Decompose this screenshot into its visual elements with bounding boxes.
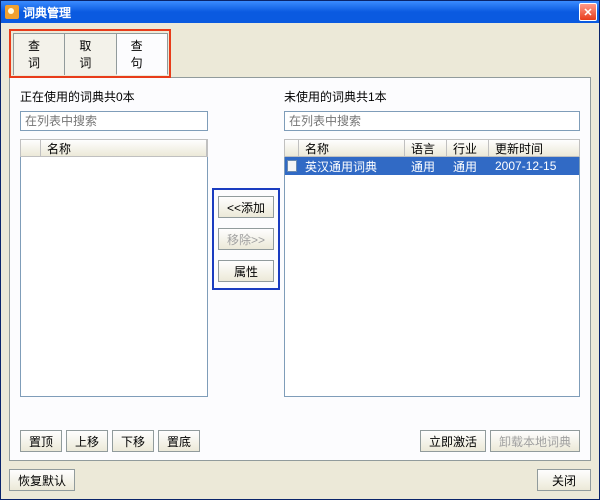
right-header-icon xyxy=(285,140,299,156)
titlebar-left: 词典管理 xyxy=(5,4,71,21)
client-area: 查词 取词 查句 正在使用的词典共0本 名称 <<添加 xyxy=(1,23,599,499)
left-column: 正在使用的词典共0本 名称 xyxy=(20,88,208,422)
left-bottom-group: 置顶 上移 下移 置底 xyxy=(20,430,200,452)
top-button[interactable]: 置顶 xyxy=(20,430,62,452)
right-header-ind[interactable]: 行业 xyxy=(447,140,489,156)
right-bottom-group: 立即激活 卸载本地词典 xyxy=(420,430,580,452)
left-header-icon xyxy=(21,140,41,156)
close-icon[interactable]: ✕ xyxy=(579,3,597,21)
row-name: 英汉通用词典 xyxy=(299,158,405,175)
left-list-body[interactable] xyxy=(20,157,208,397)
activate-button[interactable]: 立即激活 xyxy=(420,430,486,452)
up-button[interactable]: 上移 xyxy=(66,430,108,452)
right-title: 未使用的词典共1本 xyxy=(284,88,580,105)
columns: 正在使用的词典共0本 名称 <<添加 移除>> 属性 xyxy=(20,88,580,422)
row-date: 2007-12-15 xyxy=(489,159,579,173)
titlebar: 词典管理 ✕ xyxy=(1,1,599,23)
window: 词典管理 ✕ 查词 取词 查句 正在使用的词典共0本 名称 xyxy=(0,0,600,500)
right-header-lang[interactable]: 语言 xyxy=(405,140,447,156)
add-button[interactable]: <<添加 xyxy=(218,196,274,218)
tabs-highlight: 查词 取词 查句 xyxy=(9,29,171,78)
tabs: 查词 取词 查句 xyxy=(13,33,167,75)
props-button[interactable]: 属性 xyxy=(218,260,274,282)
right-header-date[interactable]: 更新时间 xyxy=(489,140,579,156)
row-lang: 通用 xyxy=(405,158,447,175)
bottom-row: 置顶 上移 下移 置底 立即激活 卸载本地词典 xyxy=(20,430,580,452)
table-row[interactable]: 英汉通用词典 通用 通用 2007-12-15 xyxy=(285,157,579,175)
close-button[interactable]: 关闭 xyxy=(537,469,591,491)
left-title: 正在使用的词典共0本 xyxy=(20,88,208,105)
left-list-header: 名称 xyxy=(20,139,208,157)
restore-defaults-button[interactable]: 恢复默认 xyxy=(9,469,75,491)
left-search-input[interactable] xyxy=(20,111,208,131)
right-search-input[interactable] xyxy=(284,111,580,131)
right-header-name[interactable]: 名称 xyxy=(299,140,405,156)
left-header-name[interactable]: 名称 xyxy=(41,140,207,156)
uninstall-button: 卸载本地词典 xyxy=(490,430,580,452)
remove-button: 移除>> xyxy=(218,228,274,250)
window-title: 词典管理 xyxy=(23,4,71,21)
mid-column: <<添加 移除>> 属性 xyxy=(208,88,284,422)
right-list-header: 名称 语言 行业 更新时间 xyxy=(284,139,580,157)
mid-highlight: <<添加 移除>> 属性 xyxy=(212,188,280,290)
row-doc-icon xyxy=(285,160,299,172)
tab-fetch[interactable]: 取词 xyxy=(64,33,116,75)
panel: 正在使用的词典共0本 名称 <<添加 移除>> 属性 xyxy=(9,77,591,461)
row-ind: 通用 xyxy=(447,158,489,175)
footer: 恢复默认 关闭 xyxy=(9,461,591,491)
right-column: 未使用的词典共1本 名称 语言 行业 更新时间 英汉通用词典 通用 xyxy=(284,88,580,422)
down-button[interactable]: 下移 xyxy=(112,430,154,452)
tab-examine[interactable]: 查句 xyxy=(116,33,168,75)
bottom-button[interactable]: 置底 xyxy=(158,430,200,452)
app-icon xyxy=(5,5,19,19)
tab-check[interactable]: 查词 xyxy=(13,33,65,75)
right-list-body[interactable]: 英汉通用词典 通用 通用 2007-12-15 xyxy=(284,157,580,397)
